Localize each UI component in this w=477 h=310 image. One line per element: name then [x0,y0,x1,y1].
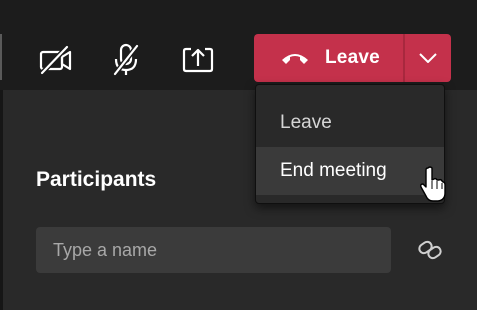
copy-link-button[interactable] [417,240,443,260]
leave-split-button: Leave [254,34,451,82]
menu-item-end-meeting[interactable]: End meeting [256,147,444,195]
meeting-toolbar: Leave [0,0,477,90]
mic-off-icon [113,43,139,76]
meeting-window: Leave Participants Leave End meeting [0,0,477,310]
participant-search-input[interactable] [36,227,391,273]
link-icon [418,240,442,260]
panel-title: Participants [36,168,157,191]
leave-options-menu: Leave End meeting [255,84,445,204]
leave-button-label: Leave [325,47,380,68]
camera-off-icon [39,45,72,75]
menu-item-leave[interactable]: Leave [256,99,444,147]
share-screen-icon [182,47,214,73]
leave-button[interactable]: Leave [254,34,403,82]
share-screen-button[interactable] [178,40,218,80]
phone-hangup-icon [280,48,310,68]
mic-toggle-button[interactable] [106,40,146,80]
leave-options-dropdown[interactable] [405,34,451,82]
camera-toggle-button[interactable] [36,40,76,80]
toolbar-divider [0,34,2,80]
chevron-down-icon [419,53,437,63]
